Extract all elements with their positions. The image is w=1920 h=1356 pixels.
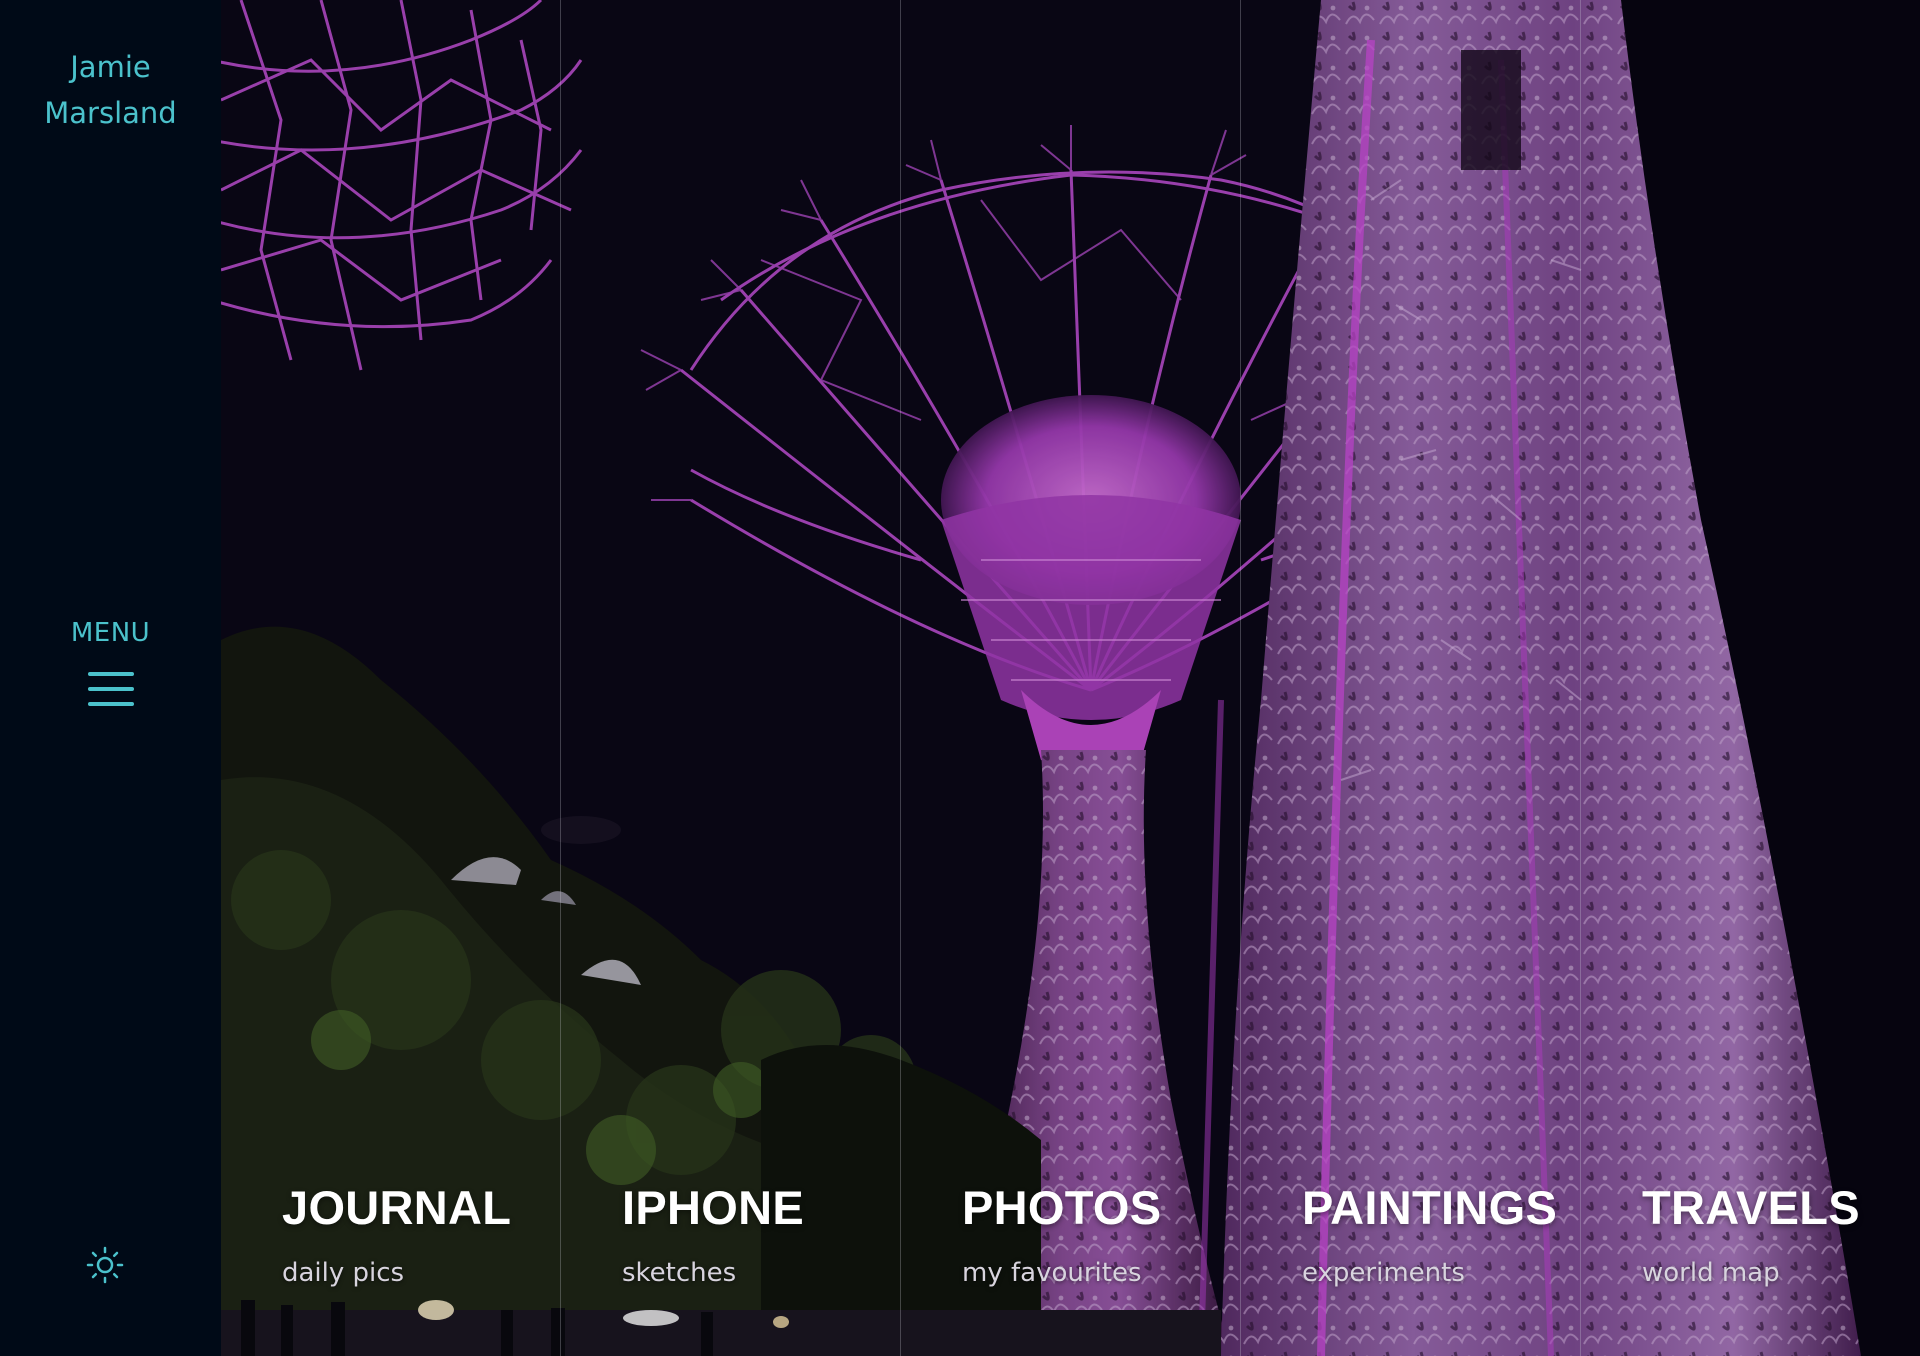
nav-subtitle: sketches: [622, 1258, 737, 1288]
nav-title: JOURNAL: [282, 1181, 512, 1234]
owner-first-name: Jamie: [70, 50, 151, 84]
nav-travels[interactable]: TRAVELS world map: [1581, 0, 1920, 1356]
nav-subtitle: world map: [1642, 1258, 1780, 1288]
nav-subtitle: my favourites: [962, 1258, 1142, 1288]
nav-title: TRAVELS: [1642, 1181, 1860, 1234]
sidebar: Jamie Marsland MENU: [0, 0, 221, 1356]
owner-last-name: Marsland: [44, 96, 177, 130]
nav-subtitle: daily pics: [282, 1258, 405, 1288]
nav-title: PHOTOS: [962, 1181, 1162, 1234]
site-owner-link[interactable]: Jamie Marsland: [0, 44, 221, 136]
sun-icon[interactable]: [85, 1245, 125, 1285]
menu-button[interactable]: MENU: [0, 618, 221, 708]
nav-iphone[interactable]: IPHONE sketches: [561, 0, 901, 1356]
nav-paintings[interactable]: PAINTINGS experiments: [1241, 0, 1581, 1356]
nav-journal[interactable]: JOURNAL daily pics: [221, 0, 561, 1356]
hamburger-icon: [87, 672, 134, 706]
menu-label: MENU: [70, 618, 151, 648]
nav-title: PAINTINGS: [1302, 1181, 1558, 1234]
nav-subtitle: experiments: [1302, 1258, 1465, 1288]
page: Jamie Marsland MENU JOURNAL daily pics I…: [0, 0, 1920, 1356]
nav-photos[interactable]: PHOTOS my favourites: [901, 0, 1241, 1356]
section-nav: JOURNAL daily pics IPHONE sketches PHOTO…: [221, 0, 1920, 1356]
nav-title: IPHONE: [622, 1181, 804, 1234]
